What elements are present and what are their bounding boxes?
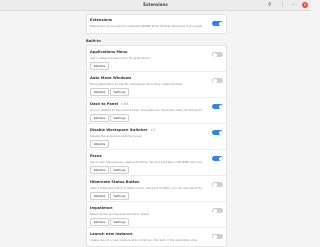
settings-button[interactable]: Settings bbox=[110, 166, 129, 174]
row-divider bbox=[87, 71, 226, 72]
toggle-knob bbox=[212, 78, 217, 83]
extension-name: Hibernate Status Button bbox=[90, 180, 140, 184]
toggle-knob bbox=[218, 156, 223, 161]
extension-name: Focus bbox=[90, 154, 102, 158]
extension-description: Always launch a new instance when clicki… bbox=[90, 238, 198, 242]
extension-name: Disable Workspace Switcher v.1 bbox=[90, 128, 156, 132]
extension-version: v.1 bbox=[150, 128, 156, 132]
website-button[interactable]: Website bbox=[90, 114, 109, 122]
built-in-extensions-list: Applications Menu Add a category-based me… bbox=[86, 45, 227, 247]
extension-toggle[interactable] bbox=[212, 208, 223, 213]
website-button[interactable]: Website bbox=[90, 218, 109, 226]
extension-name-text: Focus bbox=[90, 154, 102, 158]
settings-button[interactable]: Settings bbox=[110, 88, 129, 96]
row-divider bbox=[87, 149, 226, 150]
global-extensions-card: Extensions Extensions can be used to cus… bbox=[86, 14, 227, 34]
extension-toggle[interactable] bbox=[212, 156, 223, 161]
extension-name: Impatience bbox=[90, 206, 113, 210]
window-titlebar: Extensions ⚲ ⋮ – × bbox=[0, 0, 311, 11]
extension-toggle[interactable] bbox=[212, 234, 223, 239]
global-extensions-title: Extensions bbox=[90, 18, 113, 22]
kebab-menu-icon[interactable]: ⋮ bbox=[280, 2, 285, 8]
section-heading-built-in: Built-In bbox=[86, 39, 101, 43]
search-icon[interactable]: ⚲ bbox=[268, 2, 272, 8]
extension-name-text: Impatience bbox=[90, 206, 113, 210]
extension-description: Adds a Hibernate button in Status menu. … bbox=[90, 186, 202, 190]
extension-description: An icon taskbar for the Gnome Shell. Thi… bbox=[90, 108, 202, 112]
row-divider bbox=[87, 123, 226, 124]
extension-toggle[interactable] bbox=[212, 130, 223, 135]
toggle-knob bbox=[218, 104, 223, 109]
extension-name: Launch new instance bbox=[90, 232, 133, 236]
row-divider bbox=[87, 175, 226, 176]
row-divider bbox=[87, 227, 226, 228]
settings-button[interactable]: Settings bbox=[110, 192, 129, 200]
extension-toggle[interactable] bbox=[212, 104, 223, 109]
toggle-knob bbox=[218, 130, 223, 135]
website-button[interactable]: Website bbox=[90, 88, 109, 96]
extension-name-text: Hibernate Status Button bbox=[90, 180, 140, 184]
website-button[interactable]: Website bbox=[90, 62, 109, 70]
extension-version: v.64 bbox=[121, 102, 129, 106]
global-extensions-toggle[interactable] bbox=[212, 21, 223, 26]
extension-name-text: Applications Menu bbox=[90, 50, 128, 54]
extension-description: Add a category-based menu for applicatio… bbox=[90, 56, 150, 60]
extension-toggle[interactable] bbox=[212, 78, 223, 83]
extension-name-text: Auto Move Windows bbox=[90, 76, 132, 80]
extension-description: Set an ASC transparency, ease animations… bbox=[90, 160, 202, 164]
website-button[interactable]: Website bbox=[90, 166, 109, 174]
toggle-knob bbox=[212, 52, 217, 57]
settings-button[interactable]: Settings bbox=[110, 218, 129, 226]
extension-name: Dash to Panel v.64 bbox=[90, 102, 129, 106]
minimize-icon[interactable]: – bbox=[292, 2, 295, 8]
website-button[interactable]: Website bbox=[90, 140, 109, 148]
extension-toggle[interactable] bbox=[212, 52, 223, 57]
toggle-knob bbox=[218, 21, 223, 26]
global-extensions-description: Extensions can be used to customize GNOM… bbox=[90, 24, 202, 28]
extension-name: Applications Menu bbox=[90, 50, 127, 54]
extension-name-text: Dash to Panel bbox=[90, 102, 118, 106]
row-divider bbox=[87, 201, 226, 202]
close-icon[interactable]: × bbox=[302, 2, 308, 8]
extension-toggle[interactable] bbox=[212, 182, 223, 187]
toggle-knob bbox=[212, 208, 217, 213]
window-title: Extensions bbox=[143, 2, 168, 7]
extension-description: Speed up the gnome-shell animation speed bbox=[90, 212, 149, 216]
toggle-knob bbox=[212, 234, 217, 239]
extension-name: Auto Move Windows bbox=[90, 76, 131, 80]
website-button[interactable]: Website bbox=[90, 192, 109, 200]
extension-name-text: Disable Workspace Switcher bbox=[90, 128, 148, 132]
toggle-knob bbox=[212, 182, 217, 187]
extension-name-text: Launch new instance bbox=[90, 232, 133, 236]
row-divider bbox=[87, 97, 226, 98]
settings-button[interactable]: Settings bbox=[110, 114, 129, 122]
extension-description: Disable the workspace switcher popup bbox=[90, 134, 142, 138]
extension-description: Move applications to specific workspaces… bbox=[90, 82, 183, 86]
